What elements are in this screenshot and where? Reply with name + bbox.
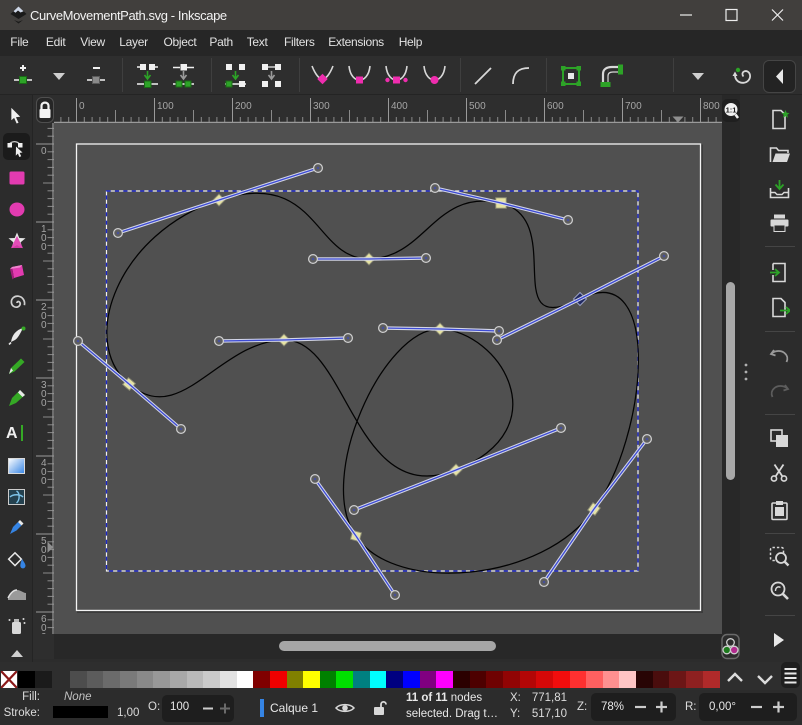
svg-text:600: 600 <box>547 101 564 112</box>
svg-text:700: 700 <box>625 101 642 112</box>
svg-text:800: 800 <box>703 101 720 112</box>
svg-text:0: 0 <box>41 146 47 157</box>
svg-text:0: 0 <box>41 242 47 253</box>
svg-text:0: 0 <box>79 101 85 112</box>
svg-text:0: 0 <box>41 554 47 565</box>
svg-text:400: 400 <box>391 101 408 112</box>
svg-text:0: 0 <box>41 398 47 409</box>
svg-text:0: 0 <box>41 476 47 487</box>
svg-text:200: 200 <box>235 101 252 112</box>
svg-text:300: 300 <box>313 101 330 112</box>
svg-text:0: 0 <box>41 320 47 331</box>
svg-text:500: 500 <box>469 101 486 112</box>
svg-text:1:1: 1:1 <box>726 106 737 115</box>
svg-text:100: 100 <box>157 101 174 112</box>
